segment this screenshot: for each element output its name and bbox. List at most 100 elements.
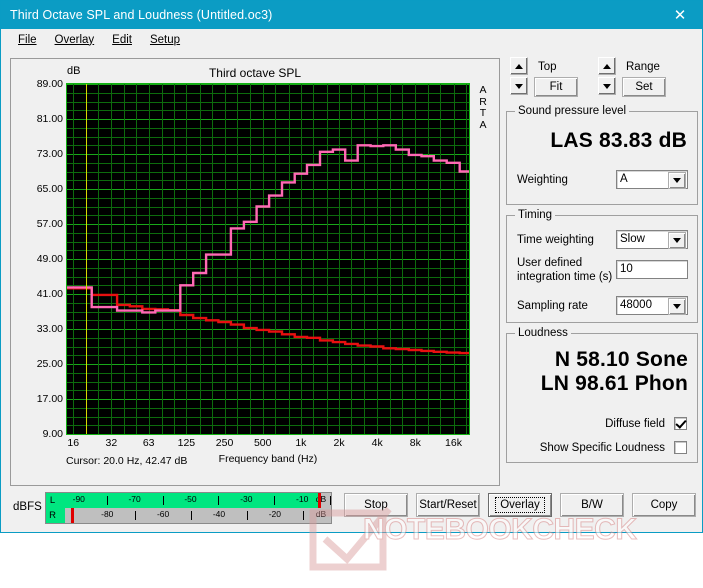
menu-item-file[interactable]: File — [9, 33, 46, 47]
copy-button-label: Copy — [651, 499, 678, 511]
x-axis-tick-label: 16k — [445, 437, 462, 449]
y-axis-tick-label: 33.00 — [11, 323, 63, 335]
y-axis-tick-label: 49.00 — [11, 253, 63, 265]
spl-value: LAS 83.83 dB — [515, 129, 687, 153]
chevron-down-icon[interactable] — [668, 172, 686, 189]
x-axis-tick-label: 16 — [67, 437, 79, 449]
y-axis-tick-label: 73.00 — [11, 148, 63, 160]
weighting-label: Weighting — [517, 174, 568, 186]
loudness-phon-value: LN 98.61 Phon — [515, 372, 688, 396]
copy-button[interactable]: Copy — [632, 493, 696, 517]
diffuse-field-checkbox[interactable] — [674, 417, 687, 430]
y-axis-unit-label: dB — [67, 65, 80, 77]
chevron-down-icon[interactable] — [668, 298, 686, 315]
chevron-down-glyph — [673, 238, 681, 243]
overlay-button-label: Overlay — [495, 497, 545, 513]
diffuse-field-label: Diffuse field — [605, 418, 665, 430]
stop-button[interactable]: Stop — [344, 493, 408, 517]
meter-tick-label: -80 — [101, 509, 113, 519]
y-axis-tick-label: 81.00 — [11, 113, 63, 125]
top-spinner-down[interactable] — [510, 77, 528, 95]
spectrum-trace — [67, 288, 469, 353]
axis-scale-controls: Top Fit Range Set — [506, 55, 698, 99]
time-weighting-select[interactable]: Slow — [616, 230, 688, 249]
chevron-up-icon — [515, 64, 523, 69]
meter-right-channel: R -80 -60 -40 -20 dB — [46, 508, 331, 523]
meter-right-tag: R — [46, 508, 59, 523]
meter-tick-label: -40 — [213, 509, 225, 519]
set-button[interactable]: Set — [622, 77, 666, 97]
sound-pressure-level-group: Sound pressure level LAS 83.83 dB Weight… — [506, 111, 698, 205]
y-axis-tick-label: 25.00 — [11, 358, 63, 370]
loudness-group: Loudness N 58.10 Sone LN 98.61 Phon Diff… — [506, 333, 698, 463]
top-spinner[interactable] — [510, 57, 528, 95]
meter-right-peak — [71, 508, 74, 523]
meter-tick-mark — [247, 511, 248, 520]
window-body: Third octave SPL dB 89.0081.0073.0065.00… — [1, 50, 702, 532]
start-reset-button-label: Start/Reset — [419, 499, 477, 511]
meter-tick-mark — [107, 496, 108, 505]
range-spinner-up[interactable] — [598, 57, 616, 75]
meter-tick-mark — [303, 511, 304, 520]
bottom-bar: dBFS L -90-70-50-30-10dB R -80-60-40-20d… — [1, 487, 702, 532]
meter-left-tag: L — [46, 493, 59, 508]
menu-label-overlay: Overlay — [55, 34, 95, 46]
start-reset-button[interactable]: Start/Reset — [416, 493, 480, 517]
x-axis-tick-label: 1k — [295, 437, 306, 449]
menu-label-setup: Setup — [150, 34, 180, 46]
chevron-down-icon[interactable] — [668, 232, 686, 249]
chevron-down-glyph — [673, 304, 681, 309]
meter-tick-mark — [163, 496, 164, 505]
integration-time-label-1: User defined — [517, 257, 582, 269]
y-axis-tick-label: 89.00 — [11, 78, 63, 90]
menu-bar: File Overlay Edit Setup — [1, 29, 702, 50]
meter-tick-label: -20 — [269, 509, 281, 519]
meter-left-channel: L -90-70-50-30-10dB — [46, 493, 331, 508]
range-spinner[interactable] — [598, 57, 616, 95]
meter-tick-mark — [135, 511, 136, 520]
grid-line-horizontal-major — [67, 434, 469, 435]
x-axis-tick-label: 125 — [178, 437, 196, 449]
meter-unit-label: dB — [316, 509, 326, 519]
chevron-down-glyph — [673, 178, 681, 183]
weighting-select[interactable]: A — [616, 170, 688, 189]
sampling-rate-select[interactable]: 48000 — [616, 296, 688, 315]
menu-item-setup[interactable]: Setup — [141, 33, 189, 47]
overlay-button[interactable]: Overlay — [488, 493, 552, 517]
close-icon[interactable]: ✕ — [658, 1, 702, 29]
integration-time-input[interactable]: 10 — [616, 260, 688, 279]
top-label: Top — [538, 61, 557, 73]
timing-group: Timing Time weighting Slow User defined … — [506, 215, 698, 323]
integration-time-label-2: integration time (s) — [517, 271, 612, 283]
menu-item-edit[interactable]: Edit — [103, 33, 141, 47]
loudness-sone-value: N 58.10 Sone — [515, 348, 688, 372]
y-axis-ticks: 89.0081.0073.0065.0057.0049.0041.0033.00… — [11, 83, 63, 435]
spectrum-trace — [67, 145, 469, 312]
fit-button[interactable]: Fit — [534, 77, 578, 97]
meter-tick-label: -60 — [157, 509, 169, 519]
sampling-rate-value: 48000 — [620, 299, 652, 311]
chevron-up-icon — [603, 64, 611, 69]
range-spinner-down[interactable] — [598, 77, 616, 95]
x-axis-tick-label: 32 — [106, 437, 118, 449]
menu-label-file: File — [18, 34, 37, 46]
x-axis-tick-label: 250 — [216, 437, 234, 449]
timing-group-label: Timing — [515, 209, 555, 221]
chart-title: Third octave SPL — [11, 66, 499, 80]
specific-loudness-label: Show Specific Loudness — [540, 442, 665, 454]
arta-letter: A — [475, 120, 491, 132]
plot-area[interactable] — [66, 83, 470, 435]
x-axis-tick-label: 8k — [410, 437, 421, 449]
right-control-column: Top Fit Range Set Sound pressure level L… — [506, 55, 698, 463]
top-spinner-up[interactable] — [510, 57, 528, 75]
specific-loudness-checkbox[interactable] — [674, 441, 687, 454]
transport-buttons: Stop Start/Reset Overlay B/W Copy — [344, 493, 696, 517]
menu-item-overlay[interactable]: Overlay — [46, 33, 104, 47]
time-weighting-value: Slow — [620, 233, 645, 245]
x-axis-ticks: 1632631252505001k2k4k8k16k — [66, 437, 470, 453]
bw-button[interactable]: B/W — [560, 493, 624, 517]
title-bar: Third Octave SPL and Loudness (Untitled.… — [1, 1, 702, 29]
window-title: Third Octave SPL and Loudness (Untitled.… — [1, 8, 272, 22]
arta-letter: A — [475, 85, 491, 97]
arta-letter: T — [475, 108, 491, 120]
